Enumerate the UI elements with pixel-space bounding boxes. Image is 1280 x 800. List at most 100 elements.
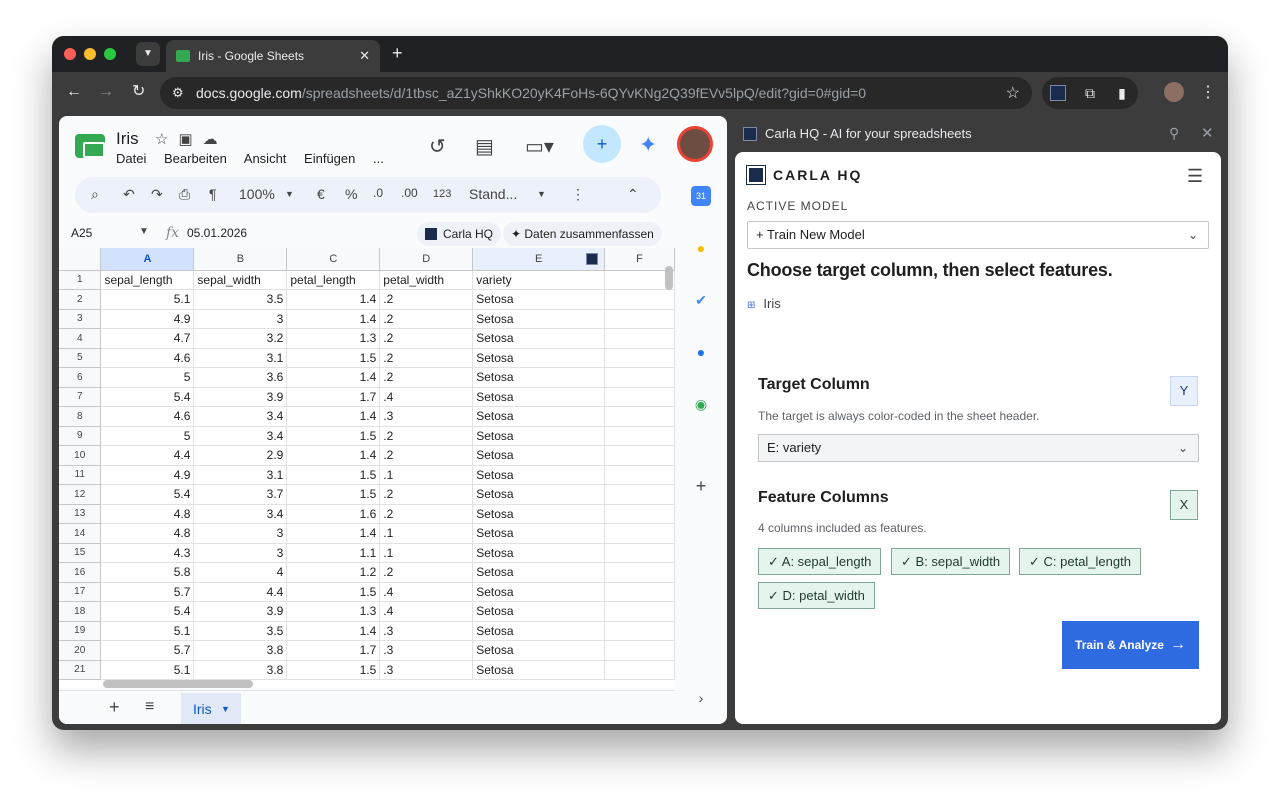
zoom-select[interactable]: 100% — [239, 186, 275, 202]
grid-cell[interactable]: 3.4 — [193, 426, 288, 446]
address-bar[interactable]: ⚙ docs.google.com/spreadsheets/d/1tbsc_a… — [160, 77, 1032, 109]
row-header[interactable]: 21 — [59, 660, 102, 680]
decrease-decimal-button[interactable]: .0 — [373, 186, 383, 200]
grid-cell[interactable]: Setosa — [472, 504, 606, 524]
grid-cell[interactable]: .3 — [379, 660, 474, 680]
menu-more[interactable]: ... — [373, 151, 384, 166]
grid-cell[interactable]: 1.3 — [286, 328, 381, 349]
grid-cell[interactable]: 3.6 — [193, 367, 288, 388]
feature-chip-c[interactable]: ✓ C: petal_length — [1019, 548, 1141, 575]
grid-cell[interactable] — [604, 387, 675, 407]
browser-menu-icon[interactable]: ⋮ — [1200, 82, 1216, 102]
grid-cell[interactable]: 3 — [193, 523, 288, 544]
menu-datei[interactable]: Datei — [116, 151, 146, 166]
grid-cell[interactable]: 3.8 — [193, 640, 288, 661]
grid-cell[interactable]: 1.4 — [286, 309, 381, 329]
grid-cell[interactable]: 5.4 — [100, 484, 195, 505]
row-header[interactable]: 9 — [59, 426, 102, 446]
back-icon[interactable]: ← — [66, 84, 82, 100]
grid-cell[interactable]: Setosa — [472, 640, 606, 661]
grid-cell[interactable]: petal_width — [379, 270, 474, 290]
grid-cell[interactable]: 1.5 — [286, 660, 381, 680]
grid-cell[interactable]: 4.4 — [193, 582, 288, 602]
comment-icon[interactable]: ▤ — [475, 134, 494, 159]
grid-cell[interactable] — [604, 445, 675, 466]
feature-chip-a[interactable]: ✓ A: sepal_length — [758, 548, 882, 575]
sheet-tab-iris[interactable]: Iris ▼ — [181, 693, 241, 724]
row-header[interactable]: 8 — [59, 406, 102, 427]
grid-cell[interactable]: .2 — [379, 328, 474, 349]
grid-cell[interactable]: .2 — [379, 348, 474, 368]
grid-cell[interactable]: 1.5 — [286, 348, 381, 368]
grid-cell[interactable]: Setosa — [472, 621, 606, 641]
row-header[interactable]: 16 — [59, 562, 102, 583]
grid-cell[interactable]: Setosa — [472, 601, 606, 622]
grid-cell[interactable]: 1.1 — [286, 543, 381, 563]
grid-cell[interactable]: .2 — [379, 562, 474, 583]
grid-cell[interactable]: Setosa — [472, 582, 606, 602]
url-text[interactable]: docs.google.com/spreadsheets/d/1tbsc_aZ1… — [196, 85, 866, 101]
grid-cell[interactable]: petal_length — [286, 270, 381, 290]
grid-cell[interactable]: Setosa — [472, 484, 606, 505]
gemini-icon[interactable]: ✦ — [639, 132, 657, 158]
grid-cell[interactable] — [604, 348, 675, 368]
increase-decimal-button[interactable]: .00 — [401, 186, 418, 200]
grid-cell[interactable]: 1.4 — [286, 367, 381, 388]
grid-cell[interactable] — [604, 621, 675, 641]
grid-cell[interactable]: 3.9 — [193, 387, 288, 407]
grid-cell[interactable] — [604, 328, 675, 349]
profile-avatar[interactable] — [1164, 82, 1184, 102]
grid-cell[interactable]: 3.5 — [193, 621, 288, 641]
name-box-chevron-icon[interactable]: ▼ — [139, 226, 149, 237]
grid-cell[interactable]: .2 — [379, 504, 474, 524]
row-header[interactable]: 5 — [59, 348, 102, 368]
grid-cell[interactable]: .2 — [379, 445, 474, 466]
grid-cell[interactable]: 3.2 — [193, 328, 288, 349]
grid-cell[interactable] — [604, 504, 675, 524]
column-header-e-target[interactable]: E — [472, 248, 606, 271]
grid-cell[interactable]: .4 — [379, 582, 474, 602]
grid-cell[interactable]: sepal_width — [193, 270, 288, 290]
grid-cell[interactable]: Setosa — [472, 348, 606, 368]
grid-cell[interactable]: 1.5 — [286, 484, 381, 505]
search-icon[interactable]: ⌕ — [91, 186, 99, 203]
grid-cell[interactable]: sepal_length — [100, 270, 195, 290]
row-header[interactable]: 20 — [59, 640, 102, 661]
grid-cell[interactable] — [604, 640, 675, 661]
grid-cell[interactable]: 4.3 — [100, 543, 195, 563]
tasks-icon[interactable]: ✔ — [691, 290, 711, 310]
menu-einfuegen[interactable]: Einfügen — [304, 151, 355, 166]
column-header-c[interactable]: C — [286, 248, 381, 271]
grid-cell[interactable]: 3.4 — [193, 504, 288, 524]
grid-cell[interactable] — [604, 309, 675, 329]
collapse-toolbar-icon[interactable]: ⌃ — [627, 186, 639, 203]
grid-cell[interactable]: 2.9 — [193, 445, 288, 466]
maps-icon[interactable]: ◉ — [691, 394, 711, 414]
percent-format-button[interactable]: % — [345, 186, 357, 202]
grid-cell[interactable]: 1.7 — [286, 387, 381, 407]
sheet-tab-chevron-icon[interactable]: ▼ — [221, 693, 230, 724]
train-analyze-button[interactable]: Train & Analyze → — [1062, 621, 1199, 669]
row-header[interactable]: 1 — [59, 270, 102, 290]
grid-cell[interactable]: 1.3 — [286, 601, 381, 622]
reload-icon[interactable]: ↻ — [132, 84, 145, 100]
spreadsheet-grid[interactable]: A B C D E F 1 sepal_length sepal_width peta… — [59, 248, 675, 688]
grid-cell[interactable]: 3.9 — [193, 601, 288, 622]
grid-cell[interactable]: 1.4 — [286, 523, 381, 544]
grid-cell[interactable] — [604, 660, 675, 680]
grid-cell[interactable]: 5.4 — [100, 601, 195, 622]
new-tab-icon[interactable]: + — [392, 44, 403, 62]
video-icon[interactable]: ▭▾ — [525, 134, 554, 159]
grid-cell[interactable] — [604, 543, 675, 563]
grid-cell[interactable] — [604, 367, 675, 388]
title-action-icons[interactable]: ☆▣☁ — [155, 130, 228, 148]
row-header[interactable]: 17 — [59, 582, 102, 602]
undo-icon[interactable]: ↶ — [123, 186, 135, 203]
grid-cell[interactable]: Setosa — [472, 426, 606, 446]
account-avatar[interactable] — [677, 126, 713, 162]
carla-hq-chip[interactable]: Carla HQ — [417, 222, 502, 246]
grid-cell[interactable]: 3.7 — [193, 484, 288, 505]
close-window-button[interactable] — [64, 48, 76, 60]
side-panel-icon[interactable]: ▮ — [1114, 85, 1130, 101]
grid-cell[interactable]: 4 — [193, 562, 288, 583]
